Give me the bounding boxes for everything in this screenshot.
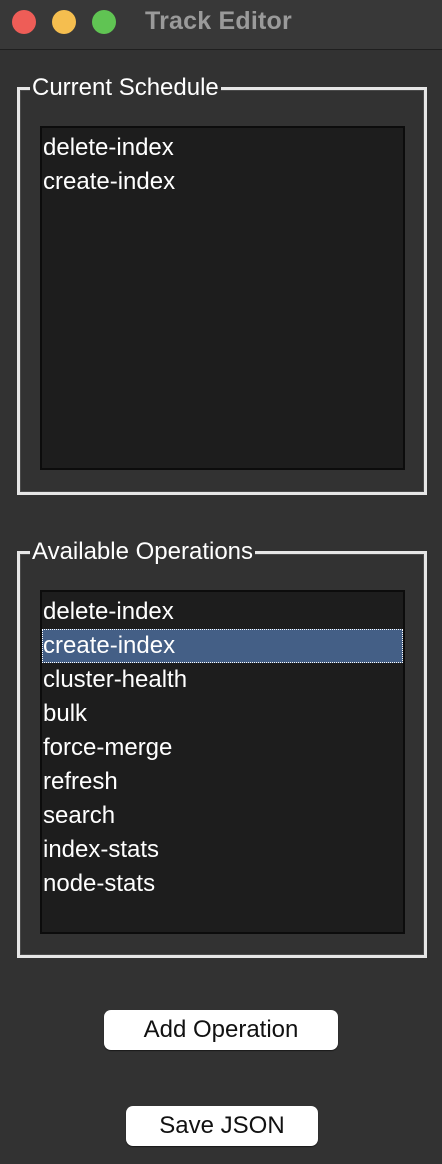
available-operations-group: Available Operations delete-index create…: [17, 538, 427, 958]
available-operations-list[interactable]: delete-index create-index cluster-health…: [40, 590, 405, 934]
available-operations-label: Available Operations: [30, 538, 256, 566]
schedule-list-item[interactable]: create-index: [42, 165, 403, 199]
operation-list-item-selected[interactable]: create-index: [42, 629, 403, 663]
window-title: Track Editor: [145, 7, 292, 35]
save-json-button[interactable]: Save JSON: [126, 1106, 318, 1146]
operation-list-item[interactable]: cluster-health: [42, 663, 403, 697]
title-bar: Track Editor: [0, 0, 442, 50]
current-schedule-label: Current Schedule: [30, 74, 221, 102]
minimize-button[interactable]: [52, 10, 76, 34]
operation-list-item[interactable]: bulk: [42, 697, 403, 731]
operation-list-item[interactable]: index-stats: [42, 833, 403, 867]
operation-list-item[interactable]: force-merge: [42, 731, 403, 765]
schedule-list-item[interactable]: delete-index: [42, 131, 403, 165]
operation-list-item[interactable]: refresh: [42, 765, 403, 799]
current-schedule-group: Current Schedule delete-index create-ind…: [17, 74, 427, 495]
add-operation-button[interactable]: Add Operation: [104, 1010, 338, 1050]
close-button[interactable]: [12, 10, 36, 34]
operation-list-item[interactable]: node-stats: [42, 867, 403, 901]
operation-list-item[interactable]: search: [42, 799, 403, 833]
current-schedule-list[interactable]: delete-index create-index: [40, 126, 405, 470]
operation-list-item[interactable]: delete-index: [42, 595, 403, 629]
zoom-button[interactable]: [92, 10, 116, 34]
